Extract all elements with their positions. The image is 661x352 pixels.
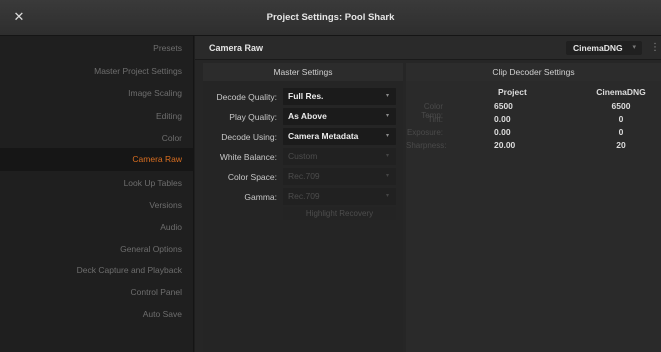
sidebar-item-control-panel[interactable]: Control Panel [130,281,182,303]
decode-quality-select[interactable]: Full Res. ▾ [283,88,396,105]
gamma-select[interactable]: Rec.709 ▾ [283,188,396,205]
sidebar-item-master-project-settings[interactable]: Master Project Settings [94,60,182,82]
decode-using-select[interactable]: Camera Metadata ▾ [283,128,396,145]
sharpness-clip-value: 20 [616,140,626,150]
section-header: Camera Raw CinemaDNG ▾ ⋮ [195,36,661,60]
color-space-select[interactable]: Rec.709 ▾ [283,168,396,185]
chevron-down-icon: ▾ [385,133,389,139]
play-quality-value: As Above [288,111,327,121]
sidebar-item-camera-raw[interactable]: Camera Raw [0,148,193,171]
exposure-label: Exposure: [406,128,443,137]
exposure-project-value[interactable]: 0.00 [494,127,511,137]
sidebar-item-presets[interactable]: Presets [153,37,182,59]
sharpness-project-value[interactable]: 20.00 [494,140,515,150]
sidebar-item-versions[interactable]: Versions [149,194,182,216]
play-quality-select[interactable]: As Above ▾ [283,108,396,125]
gamma-label: Gamma: [244,192,277,202]
sidebar-item-color[interactable]: Color [162,127,182,149]
title-bar: ✕ Project Settings: Pool Shark [0,0,661,36]
master-settings-panel: Master Settings Decode Quality: Full Res… [203,63,403,352]
settings-sidebar: Presets Master Project Settings Image Sc… [0,36,194,352]
white-balance-value: Custom [288,151,318,161]
highlight-recovery-button[interactable]: Highlight Recovery [283,207,396,220]
chevron-down-icon: ▾ [385,113,389,119]
section-title: Camera Raw [209,43,264,53]
clip-decoder-title: Clip Decoder Settings [406,63,661,81]
tint-label: Tint: [427,115,443,124]
color-temp-project-value[interactable]: 6500 [494,101,513,111]
more-options-icon[interactable]: ⋮ [650,42,660,54]
clip-column-header: CinemaDNG [596,87,646,97]
color-temp-clip-value: 6500 [611,101,631,111]
white-balance-label: White Balance: [219,152,277,162]
play-quality-label: Play Quality: [229,112,277,122]
sidebar-item-look-up-tables[interactable]: Look Up Tables [124,172,182,194]
sidebar-item-image-scaling[interactable]: Image Scaling [128,82,182,104]
format-dropdown-value: CinemaDNG [573,43,623,53]
color-space-value: Rec.709 [288,171,320,181]
white-balance-select[interactable]: Custom ▾ [283,148,396,165]
sidebar-item-deck-capture[interactable]: Deck Capture and Playback [77,259,182,281]
decode-quality-label: Decode Quality: [216,92,277,102]
chevron-down-icon: ▾ [632,44,636,51]
project-column-header: Project [498,87,527,97]
exposure-clip-value: 0 [618,127,624,137]
sidebar-item-label: Camera Raw [132,154,182,164]
chevron-down-icon: ▾ [385,93,389,99]
tint-project-value[interactable]: 0.00 [494,114,511,124]
color-space-label: Color Space: [227,172,277,182]
settings-main-panel: Camera Raw CinemaDNG ▾ ⋮ Master Settings… [195,36,661,352]
chevron-down-icon: ▾ [385,173,389,179]
gamma-value: Rec.709 [288,191,320,201]
master-settings-title: Master Settings [203,63,403,81]
clip-decoder-panel: Clip Decoder Settings Project CinemaDNG … [406,63,661,352]
sidebar-item-editing[interactable]: Editing [156,105,182,127]
decode-using-label: Decode Using: [221,132,277,142]
sidebar-item-general-options[interactable]: General Options [120,238,182,260]
sharpness-label: Sharpness: [406,141,447,150]
tint-clip-value: 0 [618,114,624,124]
format-dropdown[interactable]: CinemaDNG ▾ [566,41,642,55]
decode-using-value: Camera Metadata [288,131,359,141]
decode-quality-value: Full Res. [288,91,324,101]
chevron-down-icon: ▾ [385,193,389,199]
sidebar-item-audio[interactable]: Audio [160,216,182,238]
chevron-down-icon: ▾ [385,153,389,159]
window-title: Project Settings: Pool Shark [266,12,395,23]
sidebar-item-auto-save[interactable]: Auto Save [143,303,182,325]
